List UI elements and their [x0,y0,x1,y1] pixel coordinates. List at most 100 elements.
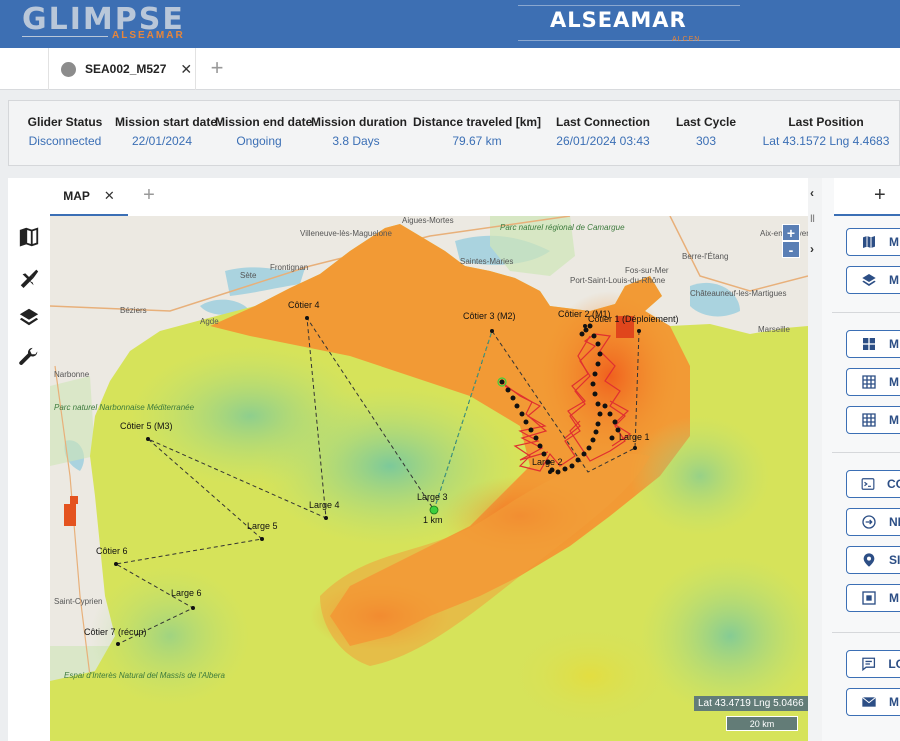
app-header: GLIMPSE ALSEAMAR ALSEAMAR ALCEN [0,0,900,48]
status-label: Last Position [788,115,864,129]
tool-button-frame[interactable]: M [846,584,900,612]
map-view[interactable]: Aigues-Mortes Villeneuve-lès-Maguelone F… [50,216,808,741]
status-value: 3.8 Days [332,134,380,148]
add-map-tab-button[interactable]: + [134,184,164,207]
status-duration: Mission duration 3.8 Days [311,115,407,148]
tool-button-label: M [889,375,899,389]
mail-icon [862,696,876,707]
place-name: Sète [240,271,257,280]
place-name: Fos-sur-Mer [625,266,669,275]
tab-map-label: MAP [63,189,90,203]
zoom-out-button[interactable]: - [782,241,800,258]
alseamar-logo: ALSEAMAR [550,8,687,32]
tool-button-label: CO [887,477,900,491]
place-name: Marseille [758,325,791,334]
map-icon [863,236,875,248]
drag-handle-icon[interactable]: ‖ [810,214,815,225]
tool-button-mail[interactable]: M [846,688,900,716]
status-label: Mission end date [215,115,313,129]
status-last-position: Last Position Lat 43.1572 Lng 4.4683 [761,115,891,148]
cool-eddy [630,416,770,536]
tool-button-label: M [889,273,899,287]
tool-button-label: M [889,337,899,351]
waypoint-label: Large 2 [532,457,563,467]
place-name: Agde [200,317,219,326]
large-3-marker[interactable] [429,505,439,515]
tools-panel: + M M M M M CO NI SI M LO [822,178,900,741]
panel-divider[interactable]: ‹ ‖ › [808,178,822,741]
frame-icon [862,591,876,605]
tool-button-map[interactable]: M [846,228,900,256]
waypoint-label: Côtier 5 (M3) [120,421,173,431]
status-value: 26/01/2024 03:43 [556,134,650,148]
tab-mission[interactable]: SEA002_M527 ✕ [48,48,196,90]
close-icon[interactable]: ✕ [104,188,115,204]
map-canvas[interactable]: Aigues-Mortes Villeneuve-lès-Maguelone F… [50,216,808,741]
close-icon[interactable]: ✕ [180,61,192,78]
cursor-coordinates: Lat 43.4719 Lng 5.0466 [694,696,808,711]
glider-icon[interactable] [18,266,40,288]
waypoint-label: Côtier 6 [96,546,128,556]
tool-button-dashboard[interactable]: M [846,330,900,358]
login-icon [862,515,876,529]
status-label: Last Cycle [675,115,737,129]
status-label: Mission duration [311,115,407,129]
tool-button-label: NI [889,515,900,529]
status-last-cycle: Last Cycle 303 [673,115,739,148]
status-start-date: Mission start date 22/01/2024 [115,115,217,148]
place-name: Châteauneuf-les-Martigues [690,289,787,298]
glimpse-logo-subtitle: ALSEAMAR [112,30,185,41]
chevron-right-icon[interactable]: › [810,242,814,256]
waypoint-label: Large 4 [309,500,340,510]
comment-icon [862,657,876,672]
tool-button-grid[interactable]: M [846,368,900,396]
tool-button-layers[interactable]: M [846,266,900,294]
zoom-in-button[interactable]: + [782,224,800,241]
place-name: Saintes-Maries [460,257,513,266]
waypoint-label: Côtier 2 (M1) [558,309,611,319]
tool-button-console[interactable]: CO [846,470,900,498]
map-tab-bar: MAP ✕ + [50,178,810,216]
dashboard-icon [863,338,875,350]
park-name: Parc naturel régional de Camargue [500,223,625,232]
place-name: Saint-Cyprien [54,597,102,606]
chevron-left-icon[interactable]: ‹ [810,186,814,200]
park-area [50,376,95,466]
status-glider: Glider Status Disconnected [23,115,107,148]
place-name: Béziers [120,306,147,315]
tool-button-label: M [889,591,899,605]
tool-button-label: LO [888,657,900,671]
tools-tab-bar: + [834,178,900,216]
tool-button-navigation[interactable]: NI [846,508,900,536]
plus-icon: + [143,184,155,206]
tool-button-logs[interactable]: LO [846,650,900,678]
status-value: 79.67 km [452,134,502,148]
plus-icon[interactable]: + [874,184,886,207]
wrench-icon[interactable] [18,346,40,368]
tool-button-label: SI [889,553,900,567]
map-icon[interactable] [18,226,40,248]
status-value: Lat 43.1572 Lng 4.4683 [762,134,890,148]
tool-button-position[interactable]: SI [846,546,900,574]
status-label: Last Connection [555,115,650,129]
waypoint-label: Large 6 [171,588,202,598]
add-tab-button[interactable]: + [200,54,234,84]
plus-icon: + [210,55,224,80]
grid-icon [862,375,876,389]
place-name: Villeneuve-lès-Maguelone [300,229,392,238]
tab-map[interactable]: MAP ✕ [50,178,128,216]
cool-eddy [130,346,370,486]
park-name: Espai d'Interès Natural del Massís de l'… [64,671,225,680]
waypoint-label: Large 5 [247,521,278,531]
layers-icon[interactable] [18,306,40,328]
tool-button-label: M [889,413,899,427]
tool-button-label: M [889,235,899,249]
place-name: Frontignan [270,263,308,272]
logo-divider [22,36,108,37]
place-name: Port-Saint-Louis-du-Rhône [570,276,666,285]
alcen-logo: ALCEN [672,36,701,43]
waypoint-label: Côtier 4 [288,300,320,310]
scale-bar: 20 km [726,716,798,731]
tool-button-grid-2[interactable]: M [846,406,900,434]
separator [832,312,900,313]
